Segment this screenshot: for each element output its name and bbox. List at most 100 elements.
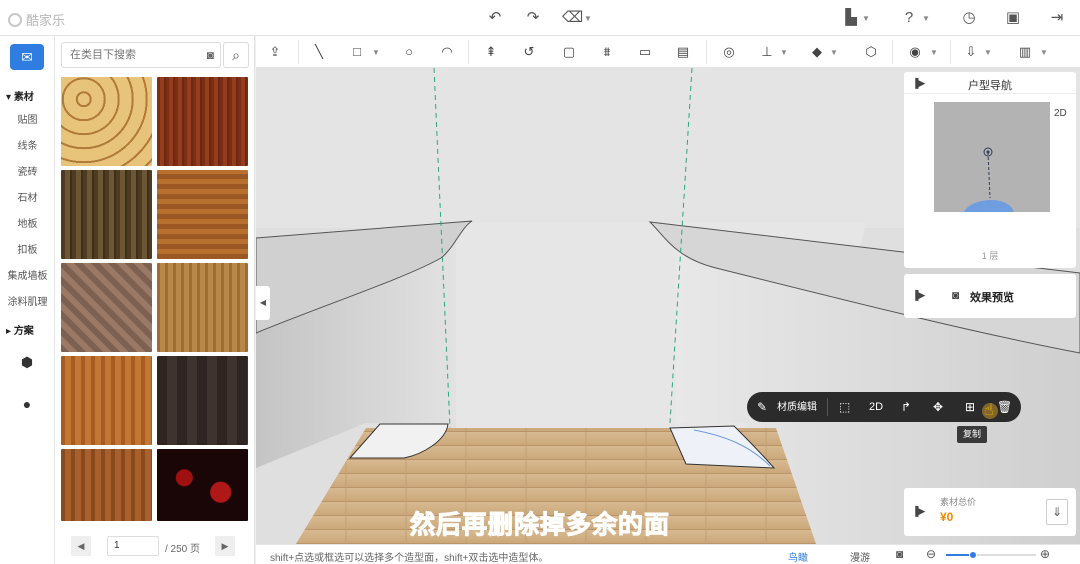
divider	[468, 40, 469, 64]
mode-bird-view[interactable]: 鸟瞰	[788, 549, 808, 564]
tile-dark-walnut[interactable]	[61, 170, 152, 259]
undo-icon[interactable]: ↶	[486, 9, 504, 27]
nav-section-scheme[interactable]: ▸ 方案	[6, 322, 34, 337]
nav-item-paint[interactable]: 涂料肌理	[0, 293, 55, 308]
view-2d-button[interactable]: 2D	[869, 399, 883, 415]
paint-bucket-icon[interactable]: ◆	[808, 43, 826, 61]
nav-item-wall-board[interactable]: 集成墙板	[0, 267, 55, 282]
chevron-down-icon[interactable]: ▼	[372, 48, 380, 57]
chevron-down-icon[interactable]: ▼	[780, 48, 788, 57]
search-input[interactable]	[62, 43, 192, 67]
nav-item-floor[interactable]: 地板	[0, 215, 55, 230]
align-icon[interactable]: ⊥	[758, 43, 776, 61]
nav-item-stone[interactable]: 石材	[0, 189, 55, 204]
collapse-panel-button[interactable]: ◀	[256, 286, 270, 320]
material-panel: ◙ ⌕ ◀ 1 / 250 页 ▶	[55, 36, 255, 564]
view-2d-toggle[interactable]: 2D	[1054, 108, 1067, 119]
divider	[298, 40, 299, 64]
camera-dot	[986, 150, 990, 154]
curve-icon[interactable]: ↱	[901, 399, 911, 415]
zoom-slider-handle[interactable]	[969, 551, 977, 559]
search-icon[interactable]: ⌕	[223, 42, 249, 68]
tile-amber-plank[interactable]	[157, 170, 248, 259]
upload-icon[interactable]: ⇪	[266, 43, 284, 61]
context-toolbar: ✎ 材质编辑 ⬚ 2D ↱ ✥ ⊞ 🗑	[747, 392, 1021, 422]
hexagon-icon[interactable]: ⬢	[18, 354, 36, 372]
push-pull-icon[interactable]: ⇞	[482, 43, 500, 61]
chevron-down-icon[interactable]: ▼	[1040, 48, 1048, 57]
download-icon[interactable]: ⇩	[962, 43, 980, 61]
floppy-icon[interactable]: ▣	[1004, 9, 1022, 27]
chevron-down-icon[interactable]: ▼	[922, 14, 930, 23]
left-nav: ✉ ▾ 素材 贴图 线条 瓷砖 石材 地板 扣板 集成墙板 涂料肌理 ▸ 方案 …	[0, 36, 55, 564]
zoom-in-icon[interactable]: ⊕	[1040, 547, 1050, 561]
app-logo: 酷家乐	[8, 10, 65, 29]
snapshot-icon[interactable]: ◙	[896, 547, 903, 561]
divider	[827, 398, 828, 416]
hand-cursor-icon: ☝	[984, 402, 994, 419]
save-menu-icon[interactable]: ▙	[842, 9, 860, 27]
material-library-button[interactable]: ✉	[10, 44, 44, 70]
offset-icon[interactable]: ▢	[560, 43, 578, 61]
expand-icon[interactable]: ▐▶	[912, 290, 925, 301]
view-icon[interactable]: ◉	[906, 43, 924, 61]
copy-tooltip: 复制	[957, 426, 987, 443]
status-hint: shift+点选或框选可以选择多个造型面，shift+双击选中造型体。	[270, 553, 549, 564]
app-title: 酷家乐	[26, 13, 66, 28]
component-icon[interactable]: ⬡	[862, 43, 880, 61]
help-icon[interactable]: ?	[900, 9, 918, 27]
mode-walkthrough[interactable]: 漫游	[850, 549, 870, 564]
tile-weathered-pine[interactable]	[61, 263, 152, 352]
tile-red-oak[interactable]	[157, 77, 248, 166]
nav-item-texture[interactable]: 贴图	[0, 111, 55, 126]
arc-tool-icon[interactable]: ◠	[438, 43, 456, 61]
zoom-out-icon[interactable]: ⊖	[926, 547, 936, 561]
effect-preview-card[interactable]: ▐▶ ◙ 效果预览	[904, 274, 1076, 318]
navigator-header: ▐▶ 户型导航	[904, 72, 1076, 94]
chevron-down-icon[interactable]: ▼	[862, 14, 870, 23]
circle-tool-icon[interactable]: ○	[400, 43, 418, 61]
chevron-down-icon[interactable]: ▼	[930, 48, 938, 57]
follow-me-icon[interactable]: ⩩	[598, 43, 616, 61]
camera-ray	[987, 151, 991, 199]
nav-item-tile[interactable]: 瓷砖	[0, 163, 55, 178]
nav-section-material[interactable]: ▾ 素材	[6, 88, 34, 103]
measure-icon[interactable]: ◎	[720, 43, 738, 61]
chevron-down-icon[interactable]: ▼	[584, 14, 592, 23]
floor-label[interactable]: 1 层	[904, 249, 1076, 262]
move-icon[interactable]: ✥	[933, 399, 943, 415]
tile-honey-oak[interactable]	[157, 263, 248, 352]
redo-icon[interactable]: ↷	[524, 9, 542, 27]
camera-fov	[964, 199, 1014, 212]
chevron-down-icon[interactable]: ▼	[830, 48, 838, 57]
material-edit-label[interactable]: 材质编辑	[777, 400, 817, 416]
page-total: / 250 页	[165, 544, 201, 555]
tool-bar: ⇪ ╲ □ ▼ ○ ◠ ⇞ ↺ ▢ ⩩ ▭ ▤ ◎ ⊥ ▼ ◆ ▼ ⬡ ◉ ▼ …	[256, 36, 1080, 68]
material-edit-icon[interactable]: ✎	[757, 399, 767, 415]
camera-icon: ◙	[952, 288, 960, 302]
tile-orange-teak[interactable]	[61, 356, 152, 445]
map-icon[interactable]: ▥	[1016, 43, 1034, 61]
eraser-icon[interactable]: ⌫	[562, 9, 583, 27]
floor-plan-navigator: ▐▶ 户型导航 2D 1 层	[904, 72, 1076, 268]
tile-ebony-square[interactable]	[157, 356, 248, 445]
zoom-slider[interactable]	[946, 551, 1036, 559]
group-icon[interactable]: ▤	[674, 43, 692, 61]
transform-icon[interactable]: ⬚	[839, 399, 850, 415]
mini-map-svg	[964, 147, 1014, 212]
nav-item-panel[interactable]: 扣板	[0, 241, 55, 256]
delete-icon[interactable]: 🗑	[997, 399, 1012, 415]
history-icon[interactable]: ◷	[960, 9, 978, 27]
nav-item-line[interactable]: 线条	[0, 137, 55, 152]
line-tool-icon[interactable]: ╲	[310, 43, 328, 61]
section-icon[interactable]: ▭	[636, 43, 654, 61]
copy-icon[interactable]: ⊞	[965, 399, 975, 415]
exit-icon[interactable]: ⇥	[1048, 9, 1066, 27]
tile-ornate-parquet[interactable]	[61, 77, 152, 166]
rectangle-tool-icon[interactable]: □	[348, 43, 366, 61]
rotate-icon[interactable]: ↺	[520, 43, 538, 61]
user-icon[interactable]: ●	[18, 396, 36, 414]
camera-icon[interactable]: ◙	[207, 48, 214, 62]
mini-map[interactable]	[934, 102, 1050, 212]
chevron-down-icon[interactable]: ▼	[984, 48, 992, 57]
